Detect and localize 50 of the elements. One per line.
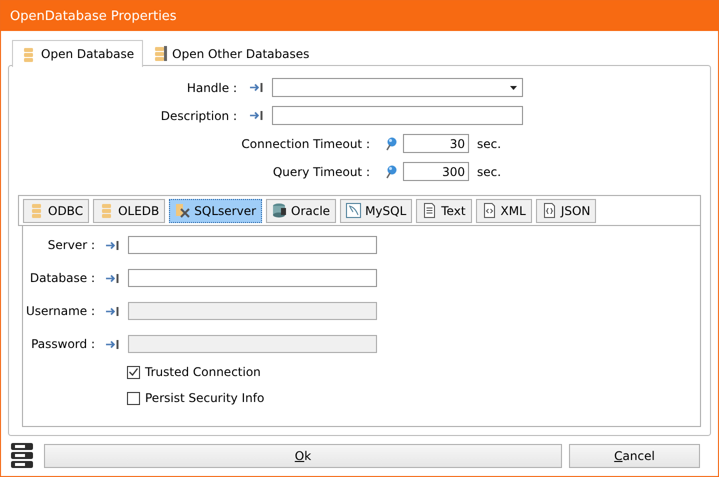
field-label: Description :: [160, 108, 237, 122]
database-icon: [152, 46, 168, 61]
number-field[interactable]: 300: [403, 162, 469, 181]
pin-icon: [385, 164, 397, 178]
provider-button[interactable]: SQLserver: [169, 198, 262, 222]
number-field[interactable]: 30: [403, 134, 469, 153]
field-label: Server :: [46, 238, 95, 252]
tab[interactable]: Open Other Databases: [143, 40, 318, 66]
tab-arrow-icon: [106, 240, 119, 250]
provider-button[interactable]: OLEDB: [93, 198, 166, 222]
field-label: Password :: [30, 337, 95, 351]
database-icon: [11, 443, 33, 469]
tab-arrow-icon: [250, 83, 263, 92]
ok-button[interactable]: Ok: [44, 444, 562, 468]
cancel-button[interactable]: Cancel: [569, 444, 700, 468]
braces-file-icon: [542, 203, 557, 218]
field-label: Handle :: [186, 80, 237, 94]
tab-arrow-icon: [106, 274, 119, 282]
input-field[interactable]: [128, 236, 377, 254]
tab-arrow-icon: [106, 306, 119, 316]
tab[interactable]: Open Database: [12, 40, 144, 67]
unit-label: sec.: [477, 136, 502, 150]
window-title: OpenDatabase Properties: [1, 1, 718, 31]
field-label: Query Timeout :: [272, 164, 370, 178]
checkbox[interactable]: [127, 392, 140, 404]
provider-button[interactable]: Oracle: [266, 198, 336, 222]
provider-button[interactable]: ODBC: [23, 198, 90, 222]
field-label: Database :: [28, 271, 95, 285]
pin-icon: [385, 136, 397, 150]
database-icon: [21, 46, 36, 62]
database-icon: [29, 203, 44, 218]
document-icon: [422, 203, 438, 218]
dropdown-field[interactable]: [272, 78, 523, 97]
provider-button[interactable]: JSON: [536, 198, 596, 222]
code-file-icon: [482, 203, 497, 218]
input-field[interactable]: [128, 269, 377, 287]
provider-button[interactable]: Text: [416, 198, 472, 222]
provider-button[interactable]: XML: [476, 198, 532, 222]
tab-arrow-icon: [106, 340, 119, 348]
field-label: Connection Timeout :: [240, 136, 370, 150]
caret-icon: [510, 86, 517, 90]
checkbox-label: Persist Security Info: [145, 391, 264, 405]
database-cylinder-icon: [272, 203, 288, 218]
provider-button[interactable]: MySQL: [340, 198, 412, 222]
input-field[interactable]: [272, 106, 523, 125]
tab-arrow-icon: [250, 111, 263, 120]
field-label: Username :: [24, 304, 95, 318]
checkbox[interactable]: [127, 366, 140, 378]
unit-label: sec.: [477, 164, 502, 178]
checkbox-label: Trusted Connection: [145, 365, 261, 379]
